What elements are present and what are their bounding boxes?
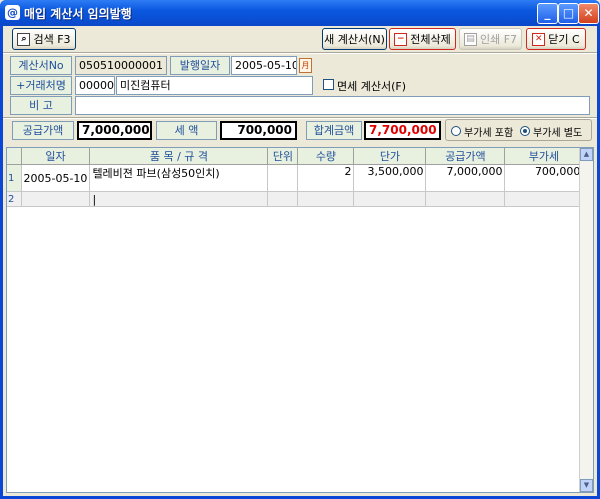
remarks-label: 비 고 [10, 96, 72, 115]
col-header-item[interactable]: 품 목 / 규 격 [89, 148, 269, 165]
invoice-no-label: 계산서No [10, 56, 72, 75]
cell-unit[interactable] [267, 191, 299, 207]
tax-amount-label: 세 액 [156, 121, 217, 140]
scroll-up-icon[interactable]: ▲ [580, 148, 593, 161]
print-button-label: 인쇄 F7 [479, 33, 518, 46]
cell-qty[interactable]: 2 [297, 164, 355, 192]
vat-included-radio[interactable] [451, 126, 461, 136]
new-invoice-button[interactable]: 새 계산서(N) [322, 28, 387, 50]
vat-included-label: 부가세 포함 [464, 128, 514, 139]
total-amount-field: 7,700,000 [364, 121, 441, 140]
delete-all-button-label: 전체삭제 [410, 33, 451, 46]
cell-item[interactable]: | [89, 191, 269, 207]
grid-header-row: 일자 품 목 / 규 격 단위 수량 단가 공급가액 부가세 [7, 148, 584, 165]
cell-date[interactable]: 2005-05-10 [21, 164, 91, 192]
minimize-button[interactable]: _ [537, 3, 558, 24]
col-header-qty[interactable]: 수량 [297, 148, 355, 165]
app-window: @ 매입 계산서 임의발행 _ □ ✕ ⌕ 검색 F3 새 계산서(N) − 전… [0, 0, 600, 499]
calendar-icon[interactable]: 月 [299, 58, 312, 73]
tax-exempt-label: 면세 계산서(F) [337, 80, 407, 93]
title-bar[interactable]: @ 매입 계산서 임의발행 _ □ ✕ [0, 0, 600, 26]
x-icon: ✕ [532, 32, 546, 46]
new-invoice-button-label: 새 계산서(N) [324, 33, 385, 46]
col-header-rownum [7, 148, 22, 165]
window-title: 매입 계산서 임의발행 [24, 7, 132, 21]
remarks-field[interactable] [75, 96, 590, 115]
col-header-vat[interactable]: 부가세 [504, 148, 584, 165]
supplier-label[interactable]: +거래처명 [10, 76, 72, 95]
supply-amount-field: 7,000,000 [77, 121, 152, 140]
close-button-label: 닫기 C [548, 33, 580, 46]
col-header-price[interactable]: 단가 [353, 148, 427, 165]
supplier-code-field[interactable]: 000004 [75, 76, 115, 95]
cell-price[interactable] [353, 191, 427, 207]
cell-supply[interactable] [425, 191, 506, 207]
vat-separate-label: 부가세 별도 [533, 128, 583, 139]
cell-date[interactable] [21, 191, 91, 207]
close-window-button[interactable]: ✕ [578, 3, 599, 24]
table-row[interactable]: 1 2005-05-10 텔레비젼 파브(삼성50인치) 2 3,500,000… [7, 164, 584, 192]
search-button[interactable]: ⌕ 검색 F3 [12, 28, 76, 50]
magnifier-icon: ⌕ [17, 32, 31, 46]
delete-all-button[interactable]: − 전체삭제 [389, 28, 456, 50]
search-button-label: 검색 F3 [33, 33, 71, 46]
issue-date-field[interactable]: 2005-05-10 [231, 56, 297, 75]
maximize-button[interactable]: □ [558, 3, 579, 24]
supply-amount-label: 공급가액 [12, 121, 74, 140]
minus-icon: − [394, 32, 408, 46]
item-grid[interactable]: 일자 품 목 / 규 격 단위 수량 단가 공급가액 부가세 1 2005-05… [6, 147, 594, 493]
cell-item[interactable]: 텔레비젼 파브(삼성50인치) [89, 164, 269, 192]
tax-amount-field: 700,000 [220, 121, 297, 140]
scroll-down-icon[interactable]: ▼ [580, 479, 593, 492]
vat-separate-radio[interactable] [520, 126, 530, 136]
cell-supply[interactable]: 7,000,000 [425, 164, 506, 192]
cell-qty[interactable] [297, 191, 355, 207]
issue-date-label: 발행일자 [170, 56, 230, 75]
cell-vat[interactable]: 700,000 [504, 164, 584, 192]
toolbar-divider [3, 52, 597, 54]
invoice-no-field[interactable]: 050510000001 [75, 56, 167, 75]
close-button[interactable]: ✕ 닫기 C [526, 28, 586, 50]
item-table: 일자 품 목 / 규 격 단위 수량 단가 공급가액 부가세 1 2005-05… [7, 148, 584, 207]
col-header-date[interactable]: 일자 [21, 148, 91, 165]
client-area: ⌕ 검색 F3 새 계산서(N) − 전체삭제 ▤ 인쇄 F7 ✕ 닫기 C 계… [3, 26, 597, 496]
cell-unit[interactable] [267, 164, 299, 192]
app-icon: @ [5, 5, 20, 20]
vertical-scrollbar[interactable]: ▲ ▼ [579, 148, 593, 492]
tax-exempt-checkbox[interactable] [323, 79, 334, 90]
table-row[interactable]: 2 | [7, 191, 584, 207]
total-amount-label: 합계금액 [306, 121, 362, 140]
col-header-supply[interactable]: 공급가액 [425, 148, 506, 165]
col-header-unit[interactable]: 단위 [267, 148, 299, 165]
printer-icon: ▤ [463, 32, 477, 46]
cell-price[interactable]: 3,500,000 [353, 164, 427, 192]
supplier-name-field[interactable]: 미진컴퓨터 [116, 76, 313, 95]
print-button[interactable]: ▤ 인쇄 F7 [459, 28, 522, 50]
row-number: 2 [7, 191, 22, 207]
row-number: 1 [7, 164, 22, 192]
cell-vat[interactable] [504, 191, 584, 207]
